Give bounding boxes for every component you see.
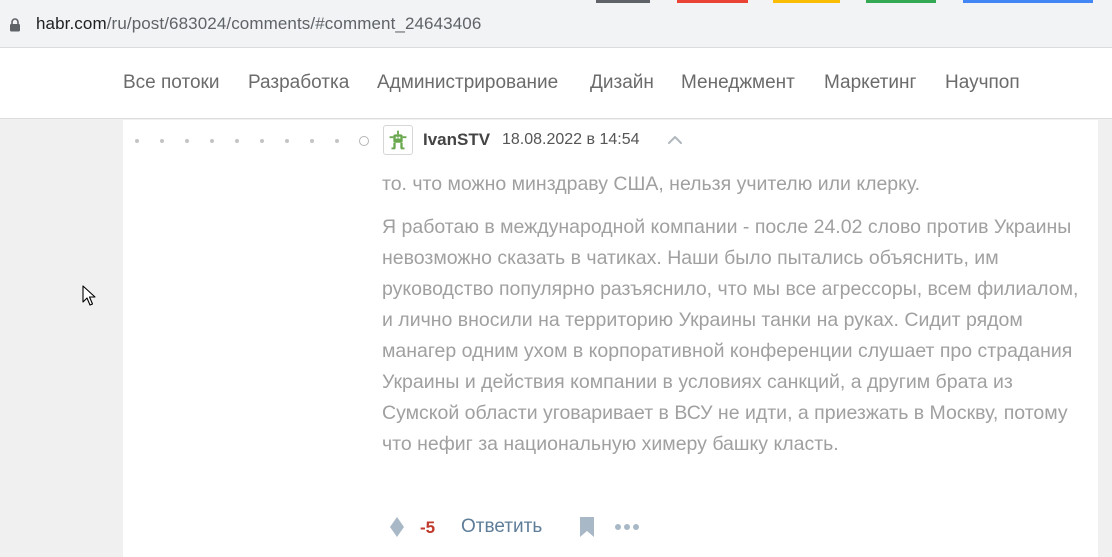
url-host: habr.com (36, 14, 107, 33)
url-text[interactable]: habr.com/ru/post/683024/comments/#commen… (36, 14, 481, 34)
comment-timestamp[interactable]: 18.08.2022 в 14:54 (502, 131, 640, 149)
comment-paragraph: Я работаю в международной компании - пос… (382, 216, 1079, 455)
tab-strip-segment (866, 0, 936, 3)
more-options-icon[interactable] (614, 522, 640, 532)
thread-dot (160, 139, 164, 143)
nav-item-popsci[interactable]: Научпоп (945, 72, 1020, 94)
comment-container: IvanSTV 18.08.2022 в 14:54 то. что можно… (123, 120, 1098, 557)
lock-icon[interactable] (9, 18, 21, 32)
thread-depth-indicator (135, 135, 375, 147)
page-scrollbar[interactable] (1098, 120, 1112, 557)
thread-dot (335, 139, 339, 143)
avatar[interactable] (383, 125, 413, 155)
vote-icon[interactable] (388, 516, 406, 538)
browser-address-bar[interactable]: habr.com/ru/post/683024/comments/#commen… (0, 0, 1112, 48)
nav-item-marketing[interactable]: Маркетинг (824, 72, 916, 94)
site-nav: Все потоки Разработка Администрирование … (0, 48, 1112, 119)
tab-strip-segment (677, 0, 748, 3)
bookmark-icon[interactable] (579, 516, 595, 538)
nav-item-development[interactable]: Разработка (248, 72, 349, 94)
comment-actions: -5 Ответить (382, 513, 682, 543)
thread-dot (260, 139, 264, 143)
tab-strip-segment (596, 0, 650, 3)
nav-item-all-flows[interactable]: Все потоки (123, 72, 219, 94)
thread-dot (135, 139, 139, 143)
chevron-up-icon[interactable] (665, 132, 685, 148)
thread-dot (185, 139, 189, 143)
url-path: /ru/post/683024/comments/#comment_246434… (106, 14, 482, 33)
thread-dot (210, 139, 214, 143)
thread-dot (310, 139, 314, 143)
nav-item-design[interactable]: Дизайн (590, 72, 654, 94)
robot-avatar-icon (389, 130, 407, 150)
nav-item-management[interactable]: Менеджмент (681, 72, 795, 94)
nav-item-administration[interactable]: Администрирование (377, 72, 558, 94)
thread-dot (235, 139, 239, 143)
tab-strip-segment (773, 0, 840, 3)
tab-strip-segment (963, 0, 1093, 3)
comment-author[interactable]: IvanSTV (423, 130, 490, 150)
thread-current-ring (359, 136, 369, 146)
comment-body: то. что можно минздраву США, нельзя учит… (382, 169, 1082, 472)
comment-score: -5 (420, 518, 436, 537)
thread-dot (285, 139, 289, 143)
comment-paragraph: то. что можно минздраву США, нельзя учит… (382, 173, 921, 195)
reply-button[interactable]: Ответить (461, 516, 542, 538)
mouse-cursor-icon (82, 285, 96, 306)
